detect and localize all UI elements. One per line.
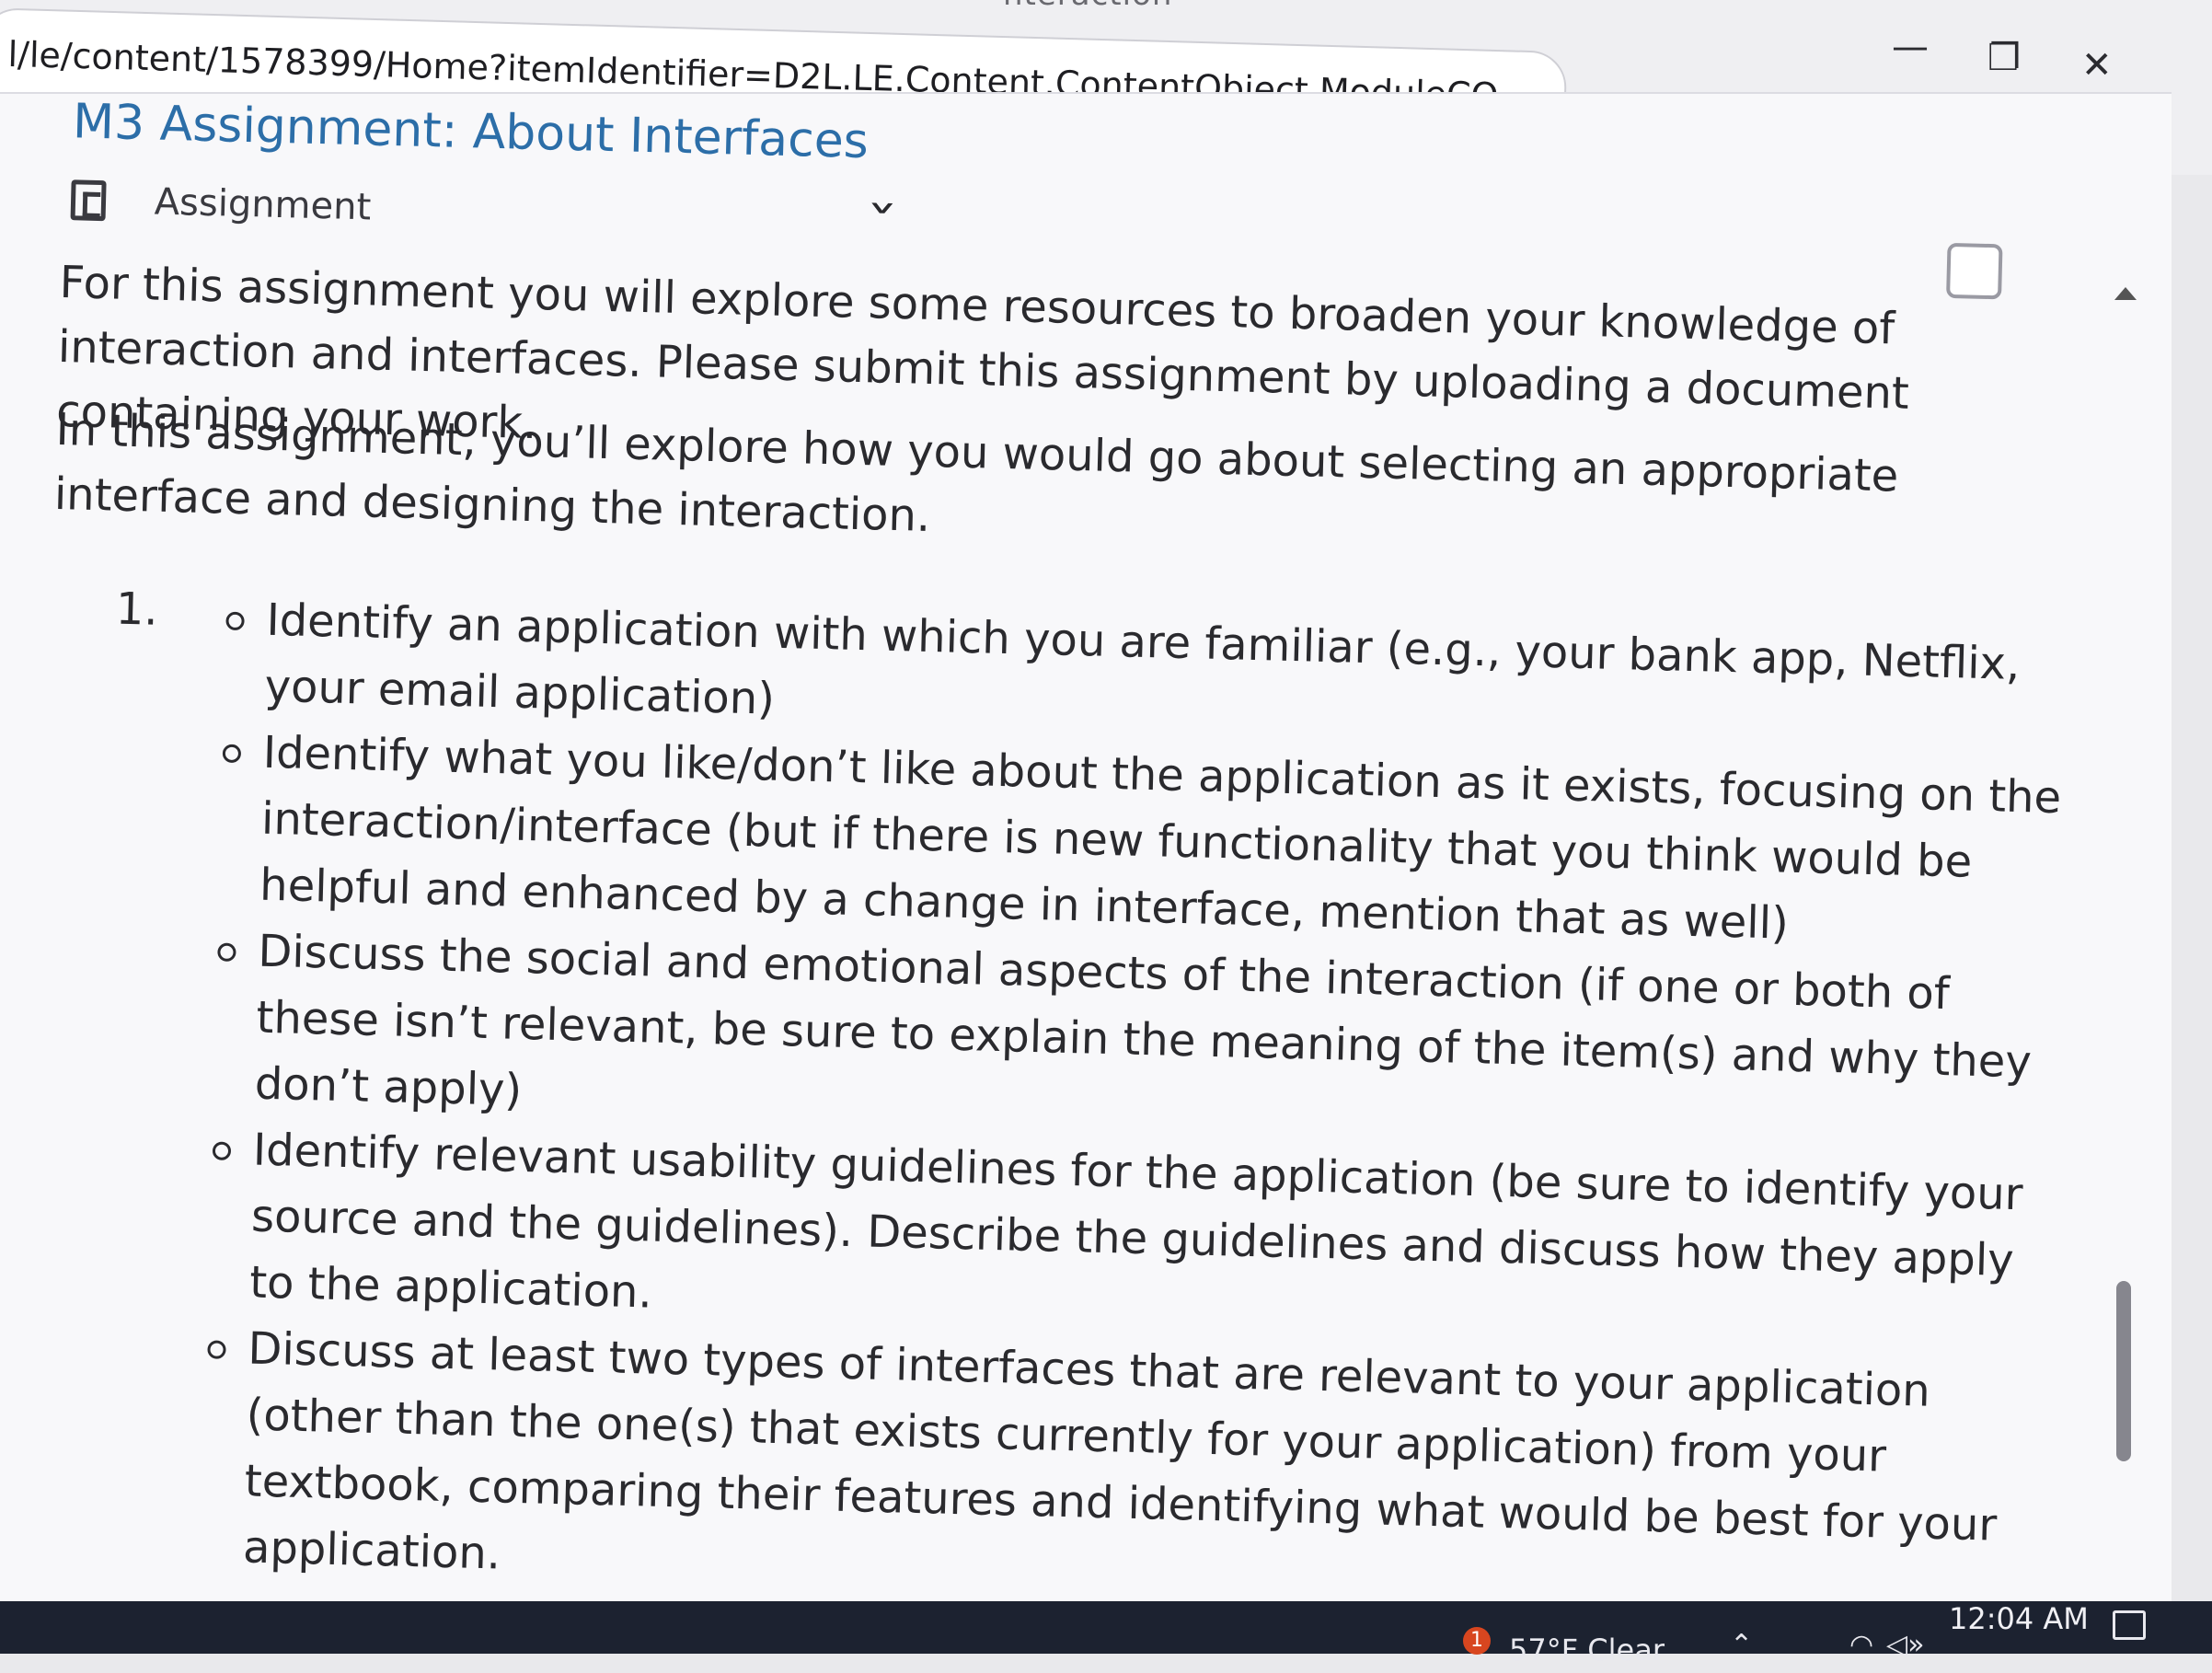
- chevron-down-icon[interactable]: ˅: [864, 197, 899, 248]
- scroll-up-arrow-icon[interactable]: [2114, 287, 2137, 300]
- wifi-icon[interactable]: ◠: [1849, 1629, 1873, 1661]
- browser-tab-title[interactable]: nteraction: [1003, 0, 1172, 13]
- taskbar: 1 57°F Clear ⌃ ◠ ◁» 12:04 AM: [0, 1601, 2212, 1667]
- content-page: M3 Assignment: About Interfaces Assignme…: [0, 92, 2172, 1644]
- content-body: M3 Assignment: About Interfaces Assignme…: [26, 94, 2134, 1673]
- weather-alert-badge[interactable]: 1: [1463, 1627, 1491, 1655]
- tray-overflow-icon[interactable]: ⌃: [1730, 1629, 1753, 1661]
- taskbar-clock[interactable]: 12:04 AM: [1949, 1601, 2089, 1636]
- close-button[interactable]: ✕: [2081, 44, 2113, 87]
- restore-button[interactable]: ❐: [1987, 37, 2021, 79]
- scroll-thumb[interactable]: [2116, 1281, 2131, 1461]
- weather-widget[interactable]: 57°F Clear: [1509, 1633, 1665, 1667]
- content-type-row: Assignment: [70, 177, 372, 229]
- notifications-icon[interactable]: [2113, 1610, 2146, 1640]
- minimize-button[interactable]: —: [1892, 26, 1929, 68]
- instruction-list: Identify an application with which you a…: [202, 586, 2067, 1626]
- vertical-scrollbar[interactable]: [2107, 287, 2140, 1649]
- completion-checkbox[interactable]: [1946, 242, 2003, 300]
- list-item: Discuss at least two types of interfaces…: [202, 1314, 2048, 1626]
- volume-icon[interactable]: ◁»: [1886, 1629, 1924, 1661]
- assignment-icon: [70, 179, 107, 222]
- page-title: M3 Assignment: About Interfaces: [72, 94, 870, 170]
- list-number: 1.: [115, 583, 159, 636]
- content-type-label: Assignment: [154, 180, 372, 229]
